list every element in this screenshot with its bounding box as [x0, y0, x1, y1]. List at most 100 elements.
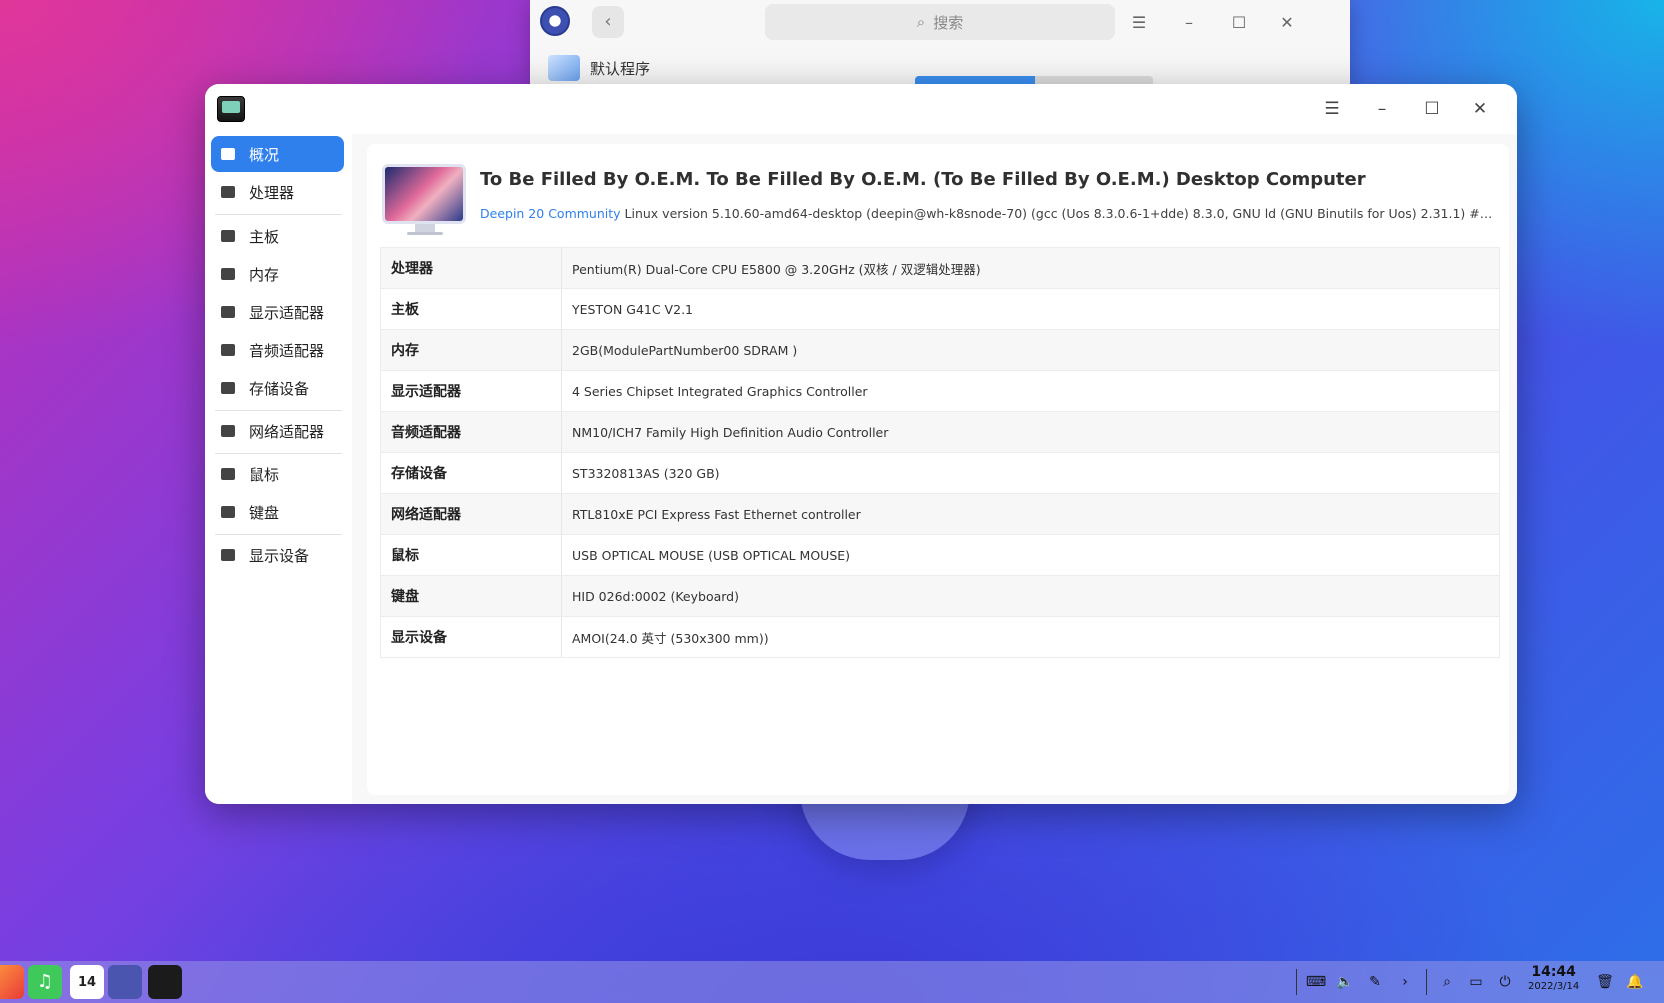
volume-icon[interactable]: 🔈: [1334, 971, 1356, 993]
power-icon[interactable]: ⏻: [1494, 971, 1516, 993]
sidebar-item-label: 主板: [249, 227, 280, 246]
table-row: 音频适配器 NM10/ICH7 Family High Definition A…: [380, 411, 1500, 453]
search-icon: ⌕: [916, 13, 926, 31]
sidebar: 概况 处理器 主板 内存 显示适配器 音频适配器 存储设备 网络适配器 鼠标 键…: [205, 134, 352, 804]
titlebar: ☰ – ☐ ✕: [205, 84, 1517, 134]
clock[interactable]: 14:44 2022/3/14: [1528, 964, 1579, 994]
divider: [1296, 969, 1297, 995]
maximize-button[interactable]: ☐: [1224, 8, 1254, 38]
sidebar-item-default-apps[interactable]: 默认程序: [548, 55, 650, 81]
row-value: YESTON G41C V2.1: [561, 288, 1500, 330]
trash-icon[interactable]: 🗑: [1594, 971, 1616, 993]
device-manager-window: ☰ – ☐ ✕ 概况 处理器 主板 内存 显示适配器 音频适配器 存储设备 网络…: [205, 84, 1517, 804]
background-window[interactable]: ‹ ⌕ 搜索 ☰ – ☐ ✕ 默认程序: [530, 0, 1350, 84]
sidebar-item-label: 显示适配器: [249, 303, 325, 322]
divider: [215, 410, 342, 411]
sidebar-item-memory[interactable]: 内存: [211, 256, 344, 292]
row-key: 显示适配器: [380, 370, 562, 412]
close-button[interactable]: ✕: [1272, 8, 1302, 38]
row-value: 2GB(ModulePartNumber00 SDRAM ): [561, 329, 1500, 371]
storage-icon: [221, 382, 235, 394]
sidebar-item-storage[interactable]: 存储设备: [211, 370, 344, 406]
sidebar-item-mouse[interactable]: 鼠标: [211, 456, 344, 492]
memory-icon: [221, 268, 235, 280]
computer-icon-stand: [415, 224, 435, 232]
monitor-icon: [221, 549, 235, 561]
chevron-right-icon[interactable]: ›: [1394, 971, 1416, 993]
row-key: 主板: [380, 288, 562, 330]
divider: [215, 534, 342, 535]
minimize-button[interactable]: –: [1174, 8, 1204, 38]
sidebar-item-display-adapter[interactable]: 显示适配器: [211, 294, 344, 330]
sidebar-item-label: 显示设备: [249, 546, 310, 565]
search-icon[interactable]: ⌕: [1436, 971, 1458, 993]
row-key: 键盘: [380, 575, 562, 617]
sidebar-item-label: 键盘: [249, 503, 280, 522]
os-link[interactable]: Deepin 20 Community: [480, 206, 621, 221]
row-value: AMOI(24.0 英寸 (530x300 mm)): [561, 616, 1500, 658]
sidebar-item-label: 存储设备: [249, 379, 310, 398]
cpu-icon: [221, 186, 235, 198]
sidebar-item-label: 处理器: [249, 183, 295, 202]
keyboard-icon: [221, 506, 235, 518]
menu-icon[interactable]: ☰: [1315, 94, 1349, 124]
sidebar-item-label: 鼠标: [249, 465, 280, 484]
calendar-app-icon[interactable]: 14: [70, 965, 104, 999]
clock-date: 2022/3/14: [1528, 981, 1580, 992]
row-value: Pentium(R) Dual-Core CPU E5800 @ 3.20GHz…: [561, 247, 1500, 289]
divider: [215, 453, 342, 454]
close-button[interactable]: ✕: [1463, 94, 1497, 124]
minimize-button[interactable]: –: [1365, 94, 1399, 124]
pen-icon[interactable]: ✎: [1364, 971, 1386, 993]
search-input[interactable]: ⌕ 搜索: [765, 4, 1115, 40]
device-manager-app-icon[interactable]: [148, 965, 182, 999]
control-center-app-icon[interactable]: [108, 965, 142, 999]
computer-title: To Be Filled By O.E.M. To Be Filled By O…: [480, 169, 1366, 190]
row-key: 音频适配器: [380, 411, 562, 453]
mouse-icon: [221, 468, 235, 480]
menu-icon[interactable]: ☰: [1124, 8, 1154, 38]
music-app-icon[interactable]: ♫: [28, 965, 62, 999]
row-value: USB OPTICAL MOUSE (USB OPTICAL MOUSE): [561, 534, 1500, 576]
row-key: 显示设备: [380, 616, 562, 658]
row-value: HID 026d:0002 (Keyboard): [561, 575, 1500, 617]
taskbar: ♫ 14 ⌨ 🔈 ✎ › ⌕ ▭ ⏻ 14:44 2022/3/14 🗑 🔔: [0, 961, 1664, 1003]
system-info-line: Deepin 20 Community Linux version 5.10.6…: [480, 206, 1500, 221]
display-adapter-icon: [221, 306, 235, 318]
search-placeholder: 搜索: [933, 13, 964, 32]
sidebar-item-label: 默认程序: [590, 59, 651, 78]
table-row: 显示适配器 4 Series Chipset Integrated Graphi…: [380, 370, 1500, 412]
sidebar-item-motherboard[interactable]: 主板: [211, 218, 344, 254]
row-value: 4 Series Chipset Integrated Graphics Con…: [561, 370, 1500, 412]
control-center-logo-icon: [540, 6, 570, 36]
table-row: 存储设备 ST3320813AS (320 GB): [380, 452, 1500, 494]
sidebar-item-label: 网络适配器: [249, 422, 325, 441]
table-row: 网络适配器 RTL810xE PCI Express Fast Ethernet…: [380, 493, 1500, 535]
sidebar-item-cpu[interactable]: 处理器: [211, 174, 344, 210]
photos-app-icon[interactable]: [0, 965, 24, 999]
keyboard-layout-icon[interactable]: ▭: [1465, 971, 1487, 993]
row-key: 内存: [380, 329, 562, 371]
row-value: NM10/ICH7 Family High Definition Audio C…: [561, 411, 1500, 453]
sidebar-item-overview[interactable]: 概况: [211, 136, 344, 172]
motherboard-icon: [221, 230, 235, 242]
sidebar-item-monitor[interactable]: 显示设备: [211, 537, 344, 573]
table-row: 显示设备 AMOI(24.0 英寸 (530x300 mm)): [380, 616, 1500, 658]
sidebar-item-network[interactable]: 网络适配器: [211, 413, 344, 449]
sidebar-item-label: 概况: [249, 145, 280, 164]
row-value: RTL810xE PCI Express Fast Ethernet contr…: [561, 493, 1500, 535]
maximize-button[interactable]: ☐: [1415, 94, 1449, 124]
table-row: 内存 2GB(ModulePartNumber00 SDRAM ): [380, 329, 1500, 371]
overview-table: 处理器 Pentium(R) Dual-Core CPU E5800 @ 3.2…: [380, 247, 1500, 658]
divider: [215, 214, 342, 215]
keyboard-icon[interactable]: ⌨: [1305, 971, 1327, 993]
sidebar-item-audio-adapter[interactable]: 音频适配器: [211, 332, 344, 368]
sidebar-item-label: 音频适配器: [249, 341, 325, 360]
notification-bell-icon[interactable]: 🔔: [1624, 971, 1646, 993]
sidebar-item-keyboard[interactable]: 键盘: [211, 494, 344, 530]
row-key: 存储设备: [380, 452, 562, 494]
tab-active[interactable]: [915, 76, 1035, 84]
back-button[interactable]: ‹: [592, 6, 624, 38]
table-row: 处理器 Pentium(R) Dual-Core CPU E5800 @ 3.2…: [380, 247, 1500, 289]
row-key: 处理器: [380, 247, 562, 289]
